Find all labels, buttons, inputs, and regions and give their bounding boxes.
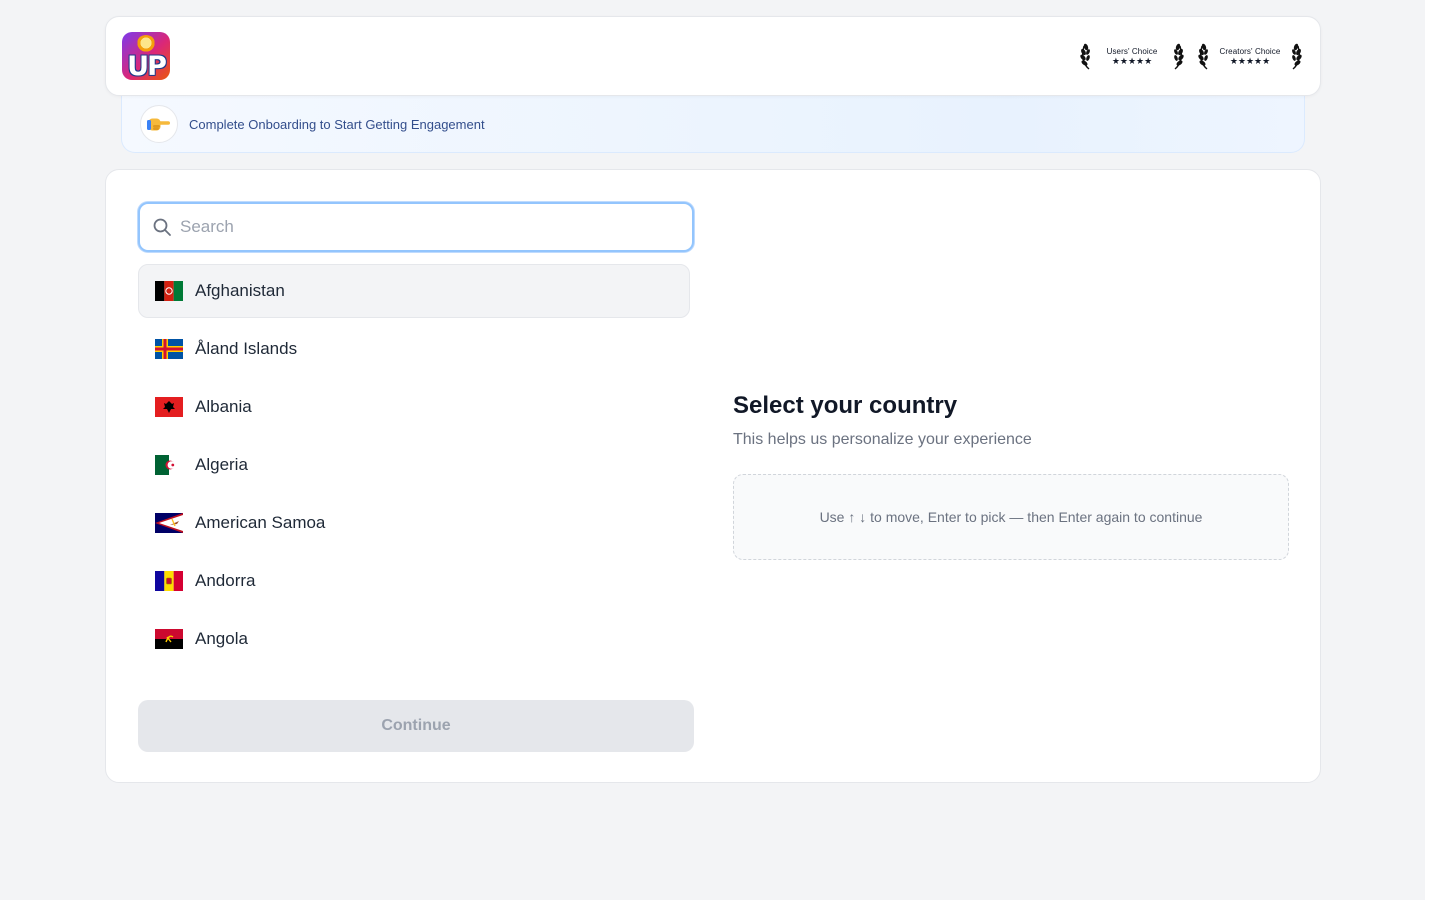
country-option-american-samoa[interactable]: American Samoa xyxy=(138,496,690,550)
country-list[interactable]: Afghanistan Åland Islands Albania Algeri… xyxy=(138,264,690,670)
laurel-right-icon xyxy=(1174,43,1184,70)
flag-aland-islands-icon xyxy=(155,339,183,359)
page-subtitle: This helps us personalize your experienc… xyxy=(733,431,1032,448)
laurel-left-icon xyxy=(1198,43,1208,70)
header: UP Users' Choice ★★★★★ Creators' Choice … xyxy=(105,16,1321,96)
flag-afghanistan-icon xyxy=(155,281,183,301)
country-option-albania[interactable]: Albania xyxy=(138,380,690,434)
flag-albania-icon xyxy=(155,397,183,417)
continue-button[interactable]: Continue xyxy=(138,700,694,752)
country-option-andorra[interactable]: Andorra xyxy=(138,554,690,608)
flag-andorra-icon xyxy=(155,571,183,591)
laurel-left-icon xyxy=(1080,43,1090,70)
badge-label: Creators' Choice xyxy=(1219,46,1281,56)
country-name: Åland Islands xyxy=(195,339,298,358)
country-option-algeria[interactable]: Algeria xyxy=(138,438,690,492)
badge-users-choice: Users' Choice ★★★★★ xyxy=(1078,42,1186,70)
award-badges: Users' Choice ★★★★★ Creators' Choice ★★★… xyxy=(1078,42,1304,70)
country-name: Andorra xyxy=(195,571,256,590)
search-box[interactable] xyxy=(138,202,694,252)
country-name: Angola xyxy=(195,629,248,648)
country-name: Albania xyxy=(195,397,252,416)
pointer-badge xyxy=(140,105,178,143)
page-title: Select your country xyxy=(733,392,958,419)
logo-letters: UP xyxy=(127,51,167,80)
country-option-aland-islands[interactable]: Åland Islands xyxy=(138,322,690,376)
flag-angola-icon xyxy=(155,629,183,649)
country-name: Afghanistan xyxy=(195,281,285,300)
laurel-right-icon xyxy=(1292,43,1302,70)
search-icon xyxy=(153,218,171,236)
search-input[interactable] xyxy=(180,217,680,237)
country-name: Algeria xyxy=(195,455,248,474)
selection-info-panel: Select your country This helps us person… xyxy=(733,392,1289,560)
flag-american-samoa-icon xyxy=(155,513,183,533)
badge-creators-choice: Creators' Choice ★★★★★ xyxy=(1196,42,1304,70)
banner-text: Complete Onboarding to Start Getting Eng… xyxy=(189,116,485,132)
badge-label: Users' Choice xyxy=(1106,46,1158,56)
keyboard-hint: Use ↑ ↓ to move, Enter to pick — then En… xyxy=(733,474,1289,560)
app-logo[interactable]: UP xyxy=(122,32,170,80)
badge-stars: ★★★★★ xyxy=(1229,55,1271,66)
badge-stars: ★★★★★ xyxy=(1111,55,1153,66)
flag-algeria-icon xyxy=(155,455,183,475)
onboarding-banner[interactable]: Complete Onboarding to Start Getting Eng… xyxy=(121,96,1305,153)
country-option-afghanistan[interactable]: Afghanistan xyxy=(138,264,690,318)
country-option-angola[interactable]: Angola xyxy=(138,612,690,666)
scrollbar-track[interactable] xyxy=(1425,0,1440,900)
country-name: American Samoa xyxy=(195,513,326,532)
pointing-hand-icon xyxy=(147,118,170,131)
onboarding-card: Afghanistan Åland Islands Albania Alge xyxy=(105,169,1321,783)
